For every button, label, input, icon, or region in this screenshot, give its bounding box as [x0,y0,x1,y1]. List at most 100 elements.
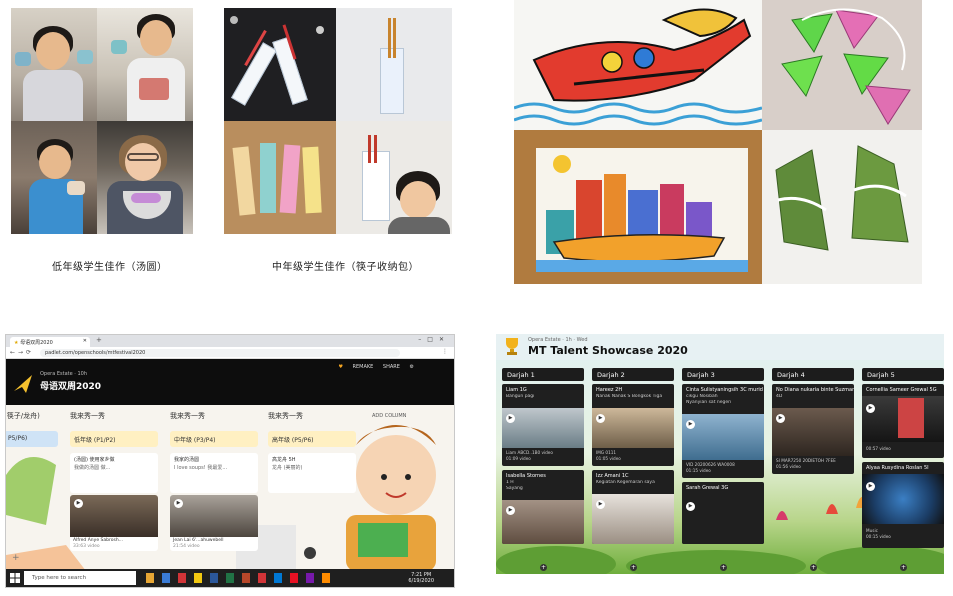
add-post-icon[interactable]: + [12,553,20,563]
taskbar-app-icon[interactable] [178,573,186,583]
photo-chopstick-sleeve-4 [336,121,452,234]
post-title: Cornellia Sameer Grewal 5G [866,387,937,393]
video-post[interactable]: ▶ Jean Lai 6'...ahuwebell 21:54 video [170,495,258,551]
taskbar-app-icon[interactable] [242,573,250,583]
showcase-header: Opera Estate · 1h · Wed MT Talent Showca… [496,334,944,360]
video-caption: Liam ABCD..1B0 video [506,450,553,455]
add-column-button[interactable]: ADD COLUMN [372,413,406,419]
post-title: Isabella Stornes [506,473,546,479]
darjah-column: Darjah 2 Hareez 2H Nanak Nanak S Bongkok… [592,368,674,544]
add-post-icon[interactable]: + [900,564,907,571]
play-icon[interactable]: ▶ [74,499,83,508]
taskbar-app-icon[interactable] [194,573,202,583]
play-icon[interactable]: ▶ [686,420,695,429]
settings-gear-icon[interactable]: ⚙ [410,364,414,370]
post-card[interactable]: 高龙舟 5H 龙舟 (美丽的) [268,453,356,493]
photo-leaf-zongzi [762,130,922,284]
post-body: I love soups! 我最爱... [174,465,228,471]
padlet-column: 我来秀一秀 低年级 (P1/P2) (汤圆) 使用家乡做 我做的汤圆 做... … [70,411,162,551]
play-icon[interactable]: ▶ [596,414,605,423]
post-body: 龙舟 (美丽的) [272,465,303,471]
video-duration: 00:57 video [866,446,891,451]
play-icon[interactable]: ▶ [596,500,605,509]
add-post-icon[interactable]: + [810,564,817,571]
browser-tab[interactable]: ★ 母语双周2020 ✕ [10,337,90,347]
video-post[interactable]: Isabella Stornes 1 H Sayang ▶ [502,470,584,544]
tab-close-icon[interactable]: ✕ [83,338,87,344]
column-grade-card[interactable]: P5/P6) [6,431,58,447]
post-title: 我家的汤圆 [174,457,200,463]
post-title: Hareez 2H [596,387,623,393]
video-post[interactable]: No Diana nukaria binte Suzman 4D ▶ SI MA… [772,384,854,474]
windows-start-icon[interactable] [10,573,20,583]
window-controls[interactable]: –□✕ [418,336,450,343]
taskbar-app-icon[interactable] [146,573,154,583]
darjah-column: Darjah 3 Cinta Sulistyaningsih 3C murid … [682,368,764,544]
heart-icon[interactable]: ♥ [338,364,342,370]
play-icon[interactable]: ▶ [866,404,875,413]
video-post[interactable]: Izz Amani 1C Kegiatan Kegemaran saya ▶ [592,470,674,544]
trophy-icon [506,338,518,355]
browser-nav-icons[interactable]: ←→⟳ [10,349,34,356]
post-title: No Diana nukaria binte Suzman [776,387,854,393]
play-icon[interactable]: ▶ [506,414,515,423]
taskbar-clock[interactable]: 7:21 PM 6/19/2020 [408,572,434,584]
windows-taskbar: Type here to search 7:21 PM 6/19/2020 [6,569,454,587]
play-icon[interactable]: ▶ [174,499,183,508]
add-post-icon[interactable]: + [540,564,547,571]
post-title: 高龙舟 5H [272,457,296,463]
column-grade-card[interactable]: 中年级 (P3/P4) [170,431,258,447]
share-button[interactable]: SHARE [383,364,400,370]
video-duration: 21:54 video [173,544,200,549]
post-subtitle: Kegiatan Kegemaran saya [596,480,655,485]
video-duration: 01:56 video [776,464,801,469]
video-post[interactable]: Cornellia Sameer Grewal 5G ▶ 00:57 video [862,384,944,458]
play-icon[interactable]: ▶ [686,502,695,511]
column-grade-card[interactable]: 高年级 (P5/P6) [268,431,356,447]
clock-date: 6/19/2020 [408,578,434,584]
video-post[interactable]: Liam 1G Bangun pagi ▶ Liam ABCD..1B0 vid… [502,384,584,466]
post-title: (汤圆) 使用家乡做 [74,457,115,463]
url-field[interactable]: padlet.com/openschools/mtfestival2020 [40,349,400,357]
taskbar-app-icon[interactable] [274,573,282,583]
column-header: Darjah 4 [772,368,854,381]
taskbar-app-icon[interactable] [258,573,266,583]
column-header: Darjah 3 [682,368,764,381]
browser-menu-icon[interactable]: ⋮ [442,348,448,355]
play-icon[interactable]: ▶ [866,482,875,491]
padlet-rocket-icon [14,375,32,393]
taskbar-app-icon[interactable] [322,573,330,583]
padlet-author-meta: Opera Estate · 10h [40,371,88,377]
photo-chopstick-sleeve-2 [336,8,452,121]
post-body: Nyanyian sat negeri [686,400,732,405]
taskbar-app-icon[interactable] [306,573,314,583]
play-icon[interactable]: ▶ [506,506,515,515]
column-grade-card[interactable]: 低年级 (P1/P2) [70,431,158,447]
video-post[interactable]: Sarah Grewal 3G ▶ [682,482,764,544]
taskbar-app-icon[interactable] [290,573,298,583]
video-post[interactable]: Cinta Sulistyaningsih 3C murid cikgu Nos… [682,384,764,478]
remake-button[interactable]: REMAKE [353,364,374,370]
showcase-meta: Opera Estate · 1h · Wed [528,337,588,343]
taskbar-app-icon[interactable] [210,573,218,583]
photo-student-3 [11,121,97,234]
video-post[interactable]: Hareez 2H Nanak Nanak S Bongkok Tiga ▶ I… [592,384,674,466]
video-post[interactable]: Alyaa Rusydina Roslan 5I ▶ Music 00:15 v… [862,462,944,548]
video-caption: IMG 0111 [596,450,617,455]
play-icon[interactable]: ▶ [776,414,785,423]
column-header: 我来秀一秀 [70,412,105,420]
post-title: Izz Amani 1C [596,473,629,479]
video-post[interactable]: ▶ Alfred Anye Sabrosh... 33:63 video [70,495,158,551]
taskbar-search-input[interactable]: Type here to search [24,571,136,585]
new-tab-icon[interactable]: + [96,336,102,344]
video-duration: 01:05 video [596,456,621,461]
taskbar-app-icon[interactable] [226,573,234,583]
talent-showcase-board: Opera Estate · 1h · Wed MT Talent Showca… [496,334,944,574]
post-card[interactable]: 我家的汤圆 I love soups! 我最爱... [170,453,258,493]
taskbar-app-icon[interactable] [162,573,170,583]
post-card[interactable]: (汤圆) 使用家乡做 我做的汤圆 做... [70,453,158,493]
add-post-icon[interactable]: + [720,564,727,571]
post-title: Alyaa Rusydina Roslan 5I [866,465,929,471]
lower-grade-caption: 低年级学生佳作（汤圆） [52,262,168,273]
add-post-icon[interactable]: + [630,564,637,571]
